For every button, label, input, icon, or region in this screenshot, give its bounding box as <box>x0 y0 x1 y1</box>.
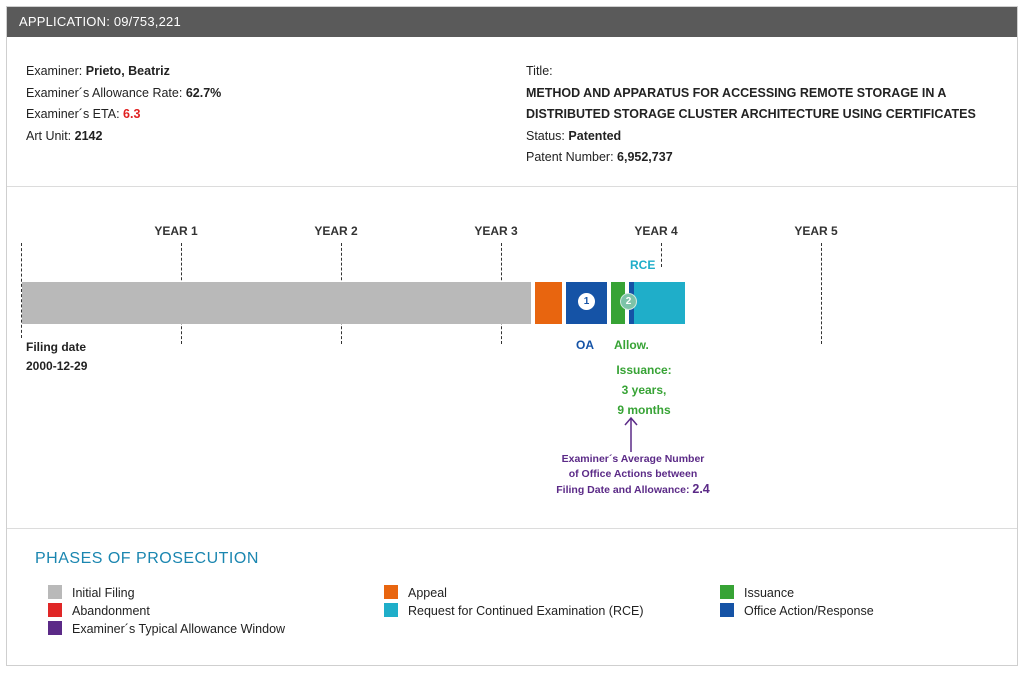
legend-label: Abandonment <box>72 604 150 618</box>
status-label: Status: <box>526 128 565 143</box>
year-2-label: YEAR 2 <box>314 224 358 238</box>
avg-line-3-text: Filing Date and Allowance: <box>556 484 690 496</box>
year-1-label: YEAR 1 <box>154 224 198 238</box>
phases-of-prosecution: PHASES OF PROSECUTION Initial Filing Aba… <box>7 530 1017 666</box>
patent-title-line-2: DISTRIBUTED STORAGE CLUSTER ARCHITECTURE… <box>526 107 976 121</box>
swatch-initial-filing <box>48 585 62 599</box>
legend-label: Office Action/Response <box>744 604 874 618</box>
eta-value: 6.3 <box>123 107 141 121</box>
art-unit-label: Art Unit: <box>26 128 72 143</box>
avg-line-2: of Office Actions between <box>568 468 698 480</box>
legend-label: Appeal <box>408 586 447 600</box>
swatch-typical-allowance-window <box>48 621 62 635</box>
issuance-label: Issuance: <box>616 363 672 377</box>
avg-line-1: Examiner´s Average Number <box>561 453 705 465</box>
swatch-office-action <box>720 603 734 617</box>
application-number: APPLICATION: 09/753,221 <box>19 14 181 29</box>
legend-appeal: Appeal <box>384 585 447 601</box>
average-office-actions-note: Examiner´s Average Number of Office Acti… <box>556 452 710 498</box>
initial-filing-bar <box>22 282 531 324</box>
filing-date-block: Filing date 2000-12-29 <box>26 338 87 376</box>
swatch-issuance <box>720 585 734 599</box>
examiner-info: Examiner: Prieto, Beatriz Examiner´s All… <box>26 61 221 147</box>
issuance-block: Issuance: 3 years, 9 months <box>616 360 671 420</box>
legend-abandonment: Abandonment <box>48 603 150 619</box>
eta-label: Examiner´s ETA: <box>26 107 120 121</box>
rce-bar <box>634 282 685 324</box>
examiner-name: Prieto, Beatriz <box>85 64 170 78</box>
art-unit-row: Art Unit: 2142 <box>26 126 221 148</box>
year-4-tick-top <box>661 243 662 267</box>
filing-date-value: 2000-12-29 <box>26 359 88 373</box>
swatch-rce <box>384 603 398 617</box>
application-info: Examiner: Prieto, Beatriz Examiner´s All… <box>7 37 1017 187</box>
allowance-rate-row: Examiner´s Allowance Rate: 62.7% <box>26 83 221 105</box>
year-4-label: YEAR 4 <box>634 224 678 238</box>
year-5-tick <box>821 243 822 344</box>
swatch-appeal <box>384 585 398 599</box>
issuance-duration-years: 3 years, <box>621 383 667 397</box>
patent-info: Title: METHOD AND APPARATUS FOR ACCESSIN… <box>526 61 1006 169</box>
arrow-up-icon <box>624 416 638 452</box>
office-action-1-badge: 1 <box>578 293 595 310</box>
eta-row: Examiner´s ETA: 6.3 <box>26 104 221 126</box>
patent-number-value: 6,952,737 <box>617 150 673 164</box>
appeal-bar <box>535 282 562 324</box>
legend-issuance: Issuance <box>720 585 794 601</box>
oa-label: OA <box>576 338 594 352</box>
patent-number-row: Patent Number: 6,952,737 <box>526 147 1006 169</box>
examiner-row: Examiner: Prieto, Beatriz <box>26 61 221 83</box>
legend-office-action: Office Action/Response <box>720 603 874 619</box>
legend-initial-filing: Initial Filing <box>48 585 135 601</box>
rce-label: RCE <box>630 258 656 272</box>
legend-label: Request for Continued Examination (RCE) <box>408 604 644 618</box>
legend-label: Examiner´s Typical Allowance Window <box>72 622 286 636</box>
legend-rce: Request for Continued Examination (RCE) <box>384 603 644 619</box>
year-3-label: YEAR 3 <box>474 224 518 238</box>
office-action-2-badge: 2 <box>620 293 637 310</box>
application-card: APPLICATION: 09/753,221 Examiner: Prieto… <box>6 6 1018 666</box>
allowance-rate-value: 62.7% <box>185 85 222 100</box>
avg-value: 2.4 <box>692 482 710 496</box>
swatch-abandonment <box>48 603 62 617</box>
examiner-label: Examiner: <box>26 64 83 78</box>
allowance-label: Allow. <box>614 338 649 352</box>
patent-title-line-1: METHOD AND APPARATUS FOR ACCESSING REMOT… <box>526 85 947 100</box>
art-unit-value: 2142 <box>74 128 103 143</box>
status-row: Status: Patented <box>526 126 1006 148</box>
avg-line-3: Filing Date and Allowance: 2.4 <box>556 482 710 498</box>
patent-number-label: Patent Number: <box>526 150 614 164</box>
allowance-rate-label: Examiner´s Allowance Rate: <box>26 85 183 100</box>
legend-label: Initial Filing <box>72 586 135 600</box>
prosecution-timeline: YEAR 1 YEAR 2 YEAR 3 YEAR 4 YEAR 5 1 2 R… <box>7 188 1017 529</box>
legend-typical-allowance-window: Examiner´s Typical Allowance Window <box>48 621 285 637</box>
legend-label: Issuance <box>744 586 795 600</box>
title-label: Title: <box>526 64 553 78</box>
phases-title: PHASES OF PROSECUTION <box>35 550 259 567</box>
year-5-label: YEAR 5 <box>794 224 838 238</box>
status-value: Patented <box>568 128 622 143</box>
filing-date-label: Filing date <box>26 340 86 354</box>
application-header: APPLICATION: 09/753,221 <box>7 7 1017 37</box>
